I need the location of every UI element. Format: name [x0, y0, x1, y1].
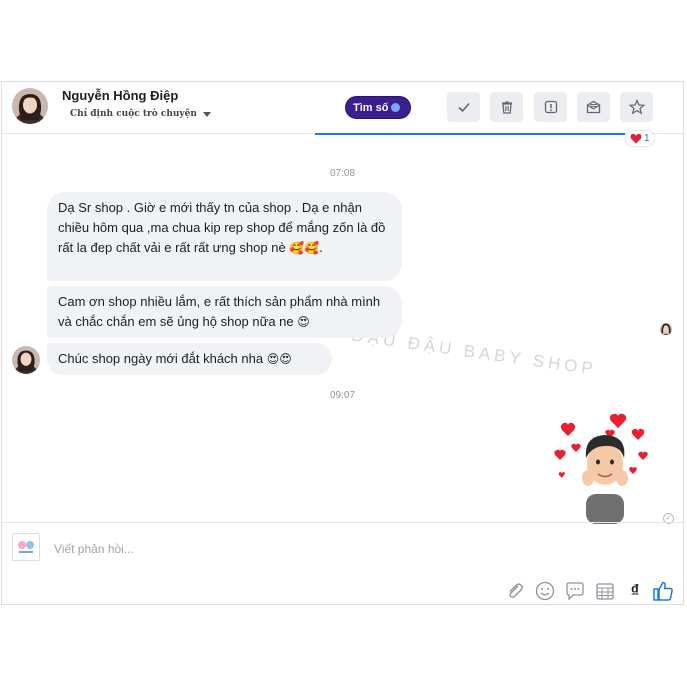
- chat-window: Nguyễn Hồng Điệp Chỉ định cuộc trò chuyệ…: [1, 81, 684, 605]
- message-text: Dạ Sr shop . Giờ e mới thấy tn của shop …: [58, 200, 386, 255]
- message-text: Chúc shop ngày mới đắt khách nha: [58, 351, 264, 366]
- timestamp: 07:08: [329, 168, 356, 179]
- star-icon: [628, 99, 645, 115]
- find-number-button[interactable]: Tìm số: [345, 96, 412, 119]
- avatar-sticker[interactable]: [548, 412, 658, 524]
- sender-avatar: [12, 346, 40, 374]
- like-button[interactable]: [652, 580, 674, 602]
- previous-message-edge: [315, 133, 625, 135]
- report-spam-button[interactable]: [534, 92, 567, 122]
- reply-composer: ₫: [2, 522, 683, 607]
- message-text: Cam ơn shop nhiều lắm, e rất thích sản p…: [58, 294, 381, 329]
- incoming-message[interactable]: Cam ơn shop nhiều lắm, e rất thích sản p…: [47, 286, 402, 338]
- contact-avatar[interactable]: [12, 88, 48, 124]
- mark-unread-button[interactable]: [577, 92, 610, 122]
- star-button[interactable]: [620, 92, 653, 122]
- conversation-header: Nguyễn Hồng Điệp Chỉ định cuộc trò chuyệ…: [2, 82, 683, 134]
- emoji-button[interactable]: [534, 580, 556, 602]
- contact-name[interactable]: Nguyễn Hồng Điệp: [62, 88, 178, 103]
- seen-avatar: [660, 323, 672, 335]
- appointment-button[interactable]: [594, 580, 616, 602]
- shop-logo: [12, 533, 40, 561]
- incoming-message[interactable]: Chúc shop ngày mới đắt khách nha 😍😍: [47, 343, 332, 375]
- message-emoji: 🥰🥰.: [289, 241, 323, 255]
- timestamp: 09:07: [329, 390, 356, 401]
- attachment-icon: [509, 583, 523, 598]
- check-icon: [457, 102, 470, 113]
- reaction-badge[interactable]: 1: [626, 131, 654, 146]
- trash-icon: [501, 101, 512, 114]
- assign-conversation-dropdown[interactable]: Chỉ định cuộc trò chuyện: [70, 109, 211, 119]
- message-emoji: 😍😍: [266, 352, 292, 366]
- moon-icon: [391, 103, 401, 112]
- currency-icon: ₫: [630, 581, 640, 600]
- incoming-message[interactable]: Dạ Sr shop . Giờ e mới thấy tn của shop …: [47, 192, 402, 281]
- payment-button[interactable]: ₫: [624, 580, 646, 602]
- attach-button[interactable]: [504, 580, 526, 602]
- mark-done-button[interactable]: [447, 92, 480, 122]
- mark-unread-icon: [586, 100, 601, 114]
- emoji-icon: [535, 581, 555, 601]
- calendar-icon: [596, 583, 614, 600]
- reply-input[interactable]: [52, 541, 456, 557]
- quick-reply-icon: [566, 582, 584, 601]
- delete-button[interactable]: [490, 92, 523, 122]
- assign-label: Chỉ định cuộc trò chuyện: [70, 109, 197, 119]
- caret-down-icon: [202, 111, 211, 117]
- report-icon: [544, 100, 557, 114]
- message-emoji: 😍: [297, 315, 310, 329]
- like-icon: [653, 581, 673, 601]
- quick-reply-button[interactable]: [564, 580, 586, 602]
- heart-icon: [630, 133, 642, 144]
- find-number-label: Tìm số: [353, 101, 389, 114]
- reaction-count: 1: [644, 133, 650, 144]
